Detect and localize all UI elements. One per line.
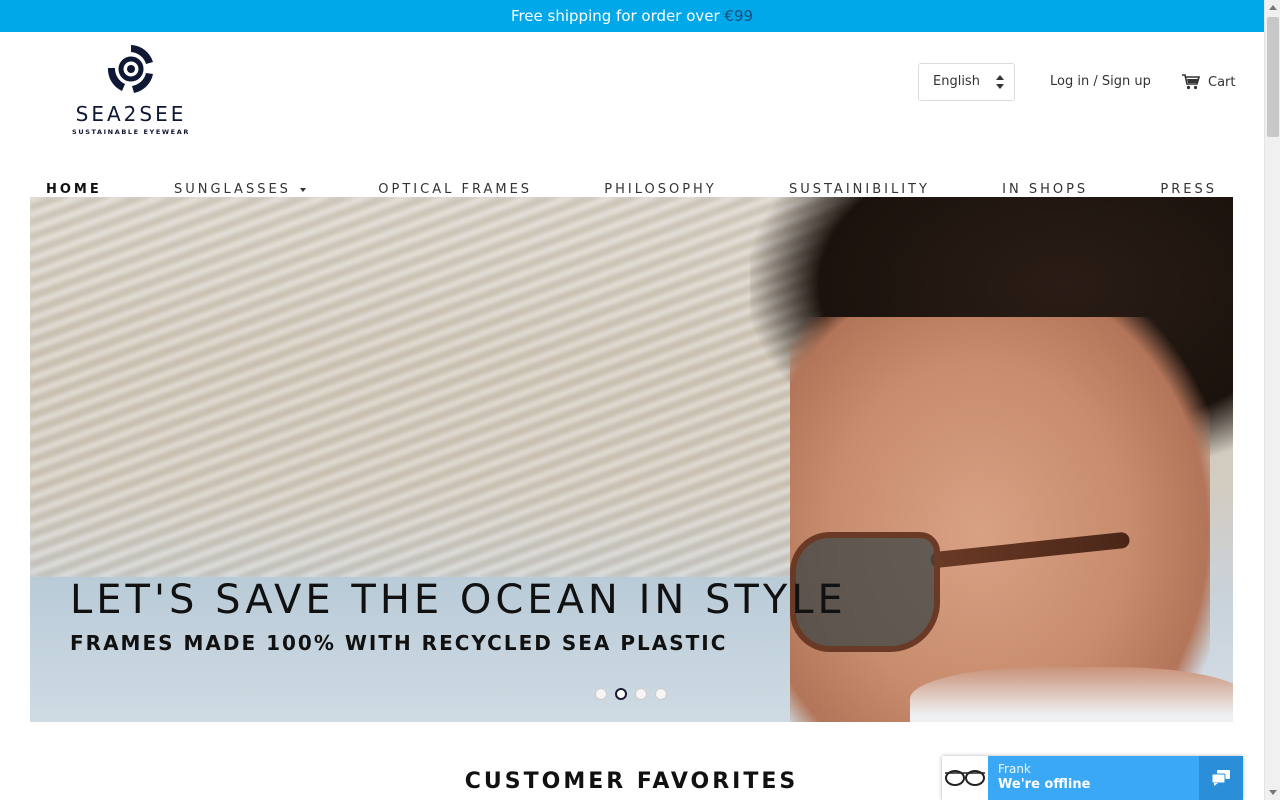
site-logo[interactable]: SEA2SEE SUSTAINABLE EYEWEAR [60, 42, 202, 142]
language-select[interactable]: English [918, 63, 1015, 101]
announcement-text: Free shipping for order over [510, 7, 725, 25]
eyeglasses-icon [945, 770, 985, 786]
caret-down-icon [300, 187, 307, 192]
chat-open-button[interactable] [1199, 756, 1243, 800]
slider-dot-1[interactable] [595, 688, 607, 700]
hero-model-face [790, 317, 1210, 722]
hero-title: LET'S SAVE THE OCEAN IN STYLE [70, 577, 847, 623]
logo-tagline: SUSTAINABLE EYEWEAR [72, 128, 190, 136]
nav-item-sunglasses-label: SUNGLASSES [173, 182, 291, 197]
scroll-up-arrow-icon[interactable] [1269, 5, 1277, 10]
login-signup-link[interactable]: Log in / Sign up [1050, 74, 1151, 89]
updown-arrows-icon [996, 75, 1004, 89]
hero-slider[interactable]: LET'S SAVE THE OCEAN IN STYLE FRAMES MAD… [30, 197, 1233, 722]
slider-dot-4[interactable] [655, 688, 667, 700]
hero-background-rope [30, 197, 850, 577]
page-scrollbar[interactable] [1264, 0, 1280, 800]
slider-dots [595, 688, 667, 700]
hero-subtitle: FRAMES MADE 100% WITH RECYCLED SEA PLAST… [70, 631, 728, 655]
hero-model-collar [910, 667, 1233, 722]
scroll-down-arrow-icon[interactable] [1269, 790, 1277, 795]
language-selected-value: English [933, 74, 980, 89]
announcement-bar: Free shipping for order over €99 [0, 0, 1264, 32]
slider-dot-2[interactable] [615, 688, 627, 700]
recycle-swirl-icon [107, 45, 153, 93]
cart-icon [1182, 74, 1200, 90]
chat-widget[interactable]: Frank We're offline [942, 756, 1243, 800]
chat-bubbles-icon [1211, 770, 1230, 786]
scroll-thumb[interactable] [1267, 17, 1279, 137]
slider-dot-3[interactable] [635, 688, 647, 700]
cart-label: Cart [1208, 74, 1236, 90]
announcement-amount: €99 [724, 7, 754, 25]
chat-avatar [942, 756, 988, 800]
cart-link[interactable]: Cart [1182, 74, 1236, 90]
chat-agent-name: Frank [998, 762, 1031, 776]
logo-wordmark: SEA2SEE [75, 102, 187, 126]
chat-info: Frank We're offline [988, 756, 1199, 800]
chat-status: We're offline [998, 777, 1091, 792]
